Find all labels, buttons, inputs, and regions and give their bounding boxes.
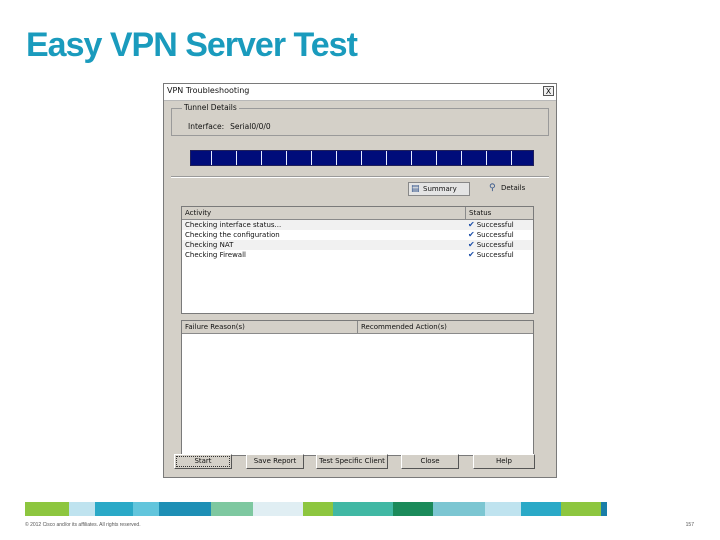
help-button[interactable]: Help	[473, 454, 535, 469]
interface-info: Interface: Serial0/0/0	[188, 122, 271, 131]
results-table: Failure Reason(s) Recommended Action(s)	[181, 320, 534, 456]
vpn-troubleshooting-window: VPN Troubleshooting X Tunnel Details Int…	[163, 83, 557, 478]
details-tab-label: Details	[501, 184, 526, 192]
activity-cell: Checking Firewall	[185, 251, 246, 259]
column-header-activity[interactable]: Activity	[182, 207, 466, 219]
tunnel-details-legend: Tunnel Details	[182, 103, 239, 112]
footer-band-segment	[69, 502, 95, 516]
footer-band-segment	[95, 502, 133, 516]
footer-band-segment	[25, 502, 69, 516]
divider	[171, 176, 549, 178]
test-specific-client-button[interactable]: Test Specific Client	[316, 454, 388, 469]
activity-table: Activity Status Checking interface statu…	[181, 206, 534, 314]
interface-value: Serial0/0/0	[230, 122, 271, 131]
status-text: Successful	[476, 231, 514, 239]
status-text: Successful	[476, 221, 514, 229]
footer-band-segment	[393, 502, 433, 516]
summary-tab[interactable]: ▤ Summary	[408, 182, 470, 196]
footer-band-segment	[159, 502, 211, 516]
window-title: VPN Troubleshooting	[167, 86, 250, 95]
table-row[interactable]: Checking the configuration ✔ Successful	[182, 230, 533, 240]
test-progress-bar	[190, 150, 534, 166]
slide-title: Easy VPN Server Test	[26, 26, 358, 64]
footer-band-segment	[333, 502, 393, 516]
start-button[interactable]: Start	[174, 454, 232, 469]
check-icon: ✔	[468, 220, 475, 229]
progress-fill	[191, 151, 533, 165]
details-icon: ⚲	[489, 183, 496, 193]
close-button[interactable]: Close	[401, 454, 459, 469]
status-cell: ✔ Successful	[468, 220, 514, 230]
status-cell: ✔ Successful	[468, 250, 514, 260]
footer-band-segment	[303, 502, 333, 516]
footer-band-segment	[433, 502, 485, 516]
check-icon: ✔	[468, 250, 475, 259]
status-text: Successful	[476, 251, 514, 259]
table-row[interactable]: Checking NAT ✔ Successful	[182, 240, 533, 250]
footer-band-segment	[485, 502, 521, 516]
details-tab[interactable]: ⚲ Details	[487, 182, 531, 196]
footer-band-segment	[521, 502, 561, 516]
activity-cell: Checking interface status...	[185, 221, 282, 229]
summary-icon: ▤	[411, 184, 420, 194]
table-row[interactable]: Checking interface status... ✔ Successful	[182, 220, 533, 230]
close-icon[interactable]: X	[543, 86, 554, 96]
copyright-text: © 2012 Cisco and/or its affiliates. All …	[25, 522, 141, 528]
activity-table-header: Activity Status	[182, 207, 533, 220]
table-row[interactable]: Checking Firewall ✔ Successful	[182, 250, 533, 260]
status-cell: ✔ Successful	[468, 240, 514, 250]
save-report-button[interactable]: Save Report	[246, 454, 304, 469]
window-titlebar[interactable]: VPN Troubleshooting X	[164, 84, 556, 101]
tunnel-details-group: Tunnel Details Interface: Serial0/0/0	[171, 103, 549, 136]
status-cell: ✔ Successful	[468, 230, 514, 240]
page-number: 157	[685, 522, 694, 528]
status-text: Successful	[476, 241, 514, 249]
activity-cell: Checking NAT	[185, 241, 234, 249]
column-header-status[interactable]: Status	[466, 207, 533, 219]
interface-label: Interface:	[188, 122, 225, 131]
check-icon: ✔	[468, 240, 475, 249]
column-header-recommended-action[interactable]: Recommended Action(s)	[358, 321, 533, 333]
activity-cell: Checking the configuration	[185, 231, 280, 239]
footer-band-segment	[253, 502, 303, 516]
results-table-header: Failure Reason(s) Recommended Action(s)	[182, 321, 533, 334]
footer-band-segment	[561, 502, 601, 516]
footer-band-segment	[133, 502, 159, 516]
column-header-failure-reason[interactable]: Failure Reason(s)	[182, 321, 358, 333]
footer-band-segment	[601, 502, 607, 516]
activity-rows: Checking interface status... ✔ Successful C…	[182, 220, 533, 260]
summary-tab-label: Summary	[423, 185, 457, 193]
footer-band-segment	[211, 502, 253, 516]
check-icon: ✔	[468, 230, 475, 239]
